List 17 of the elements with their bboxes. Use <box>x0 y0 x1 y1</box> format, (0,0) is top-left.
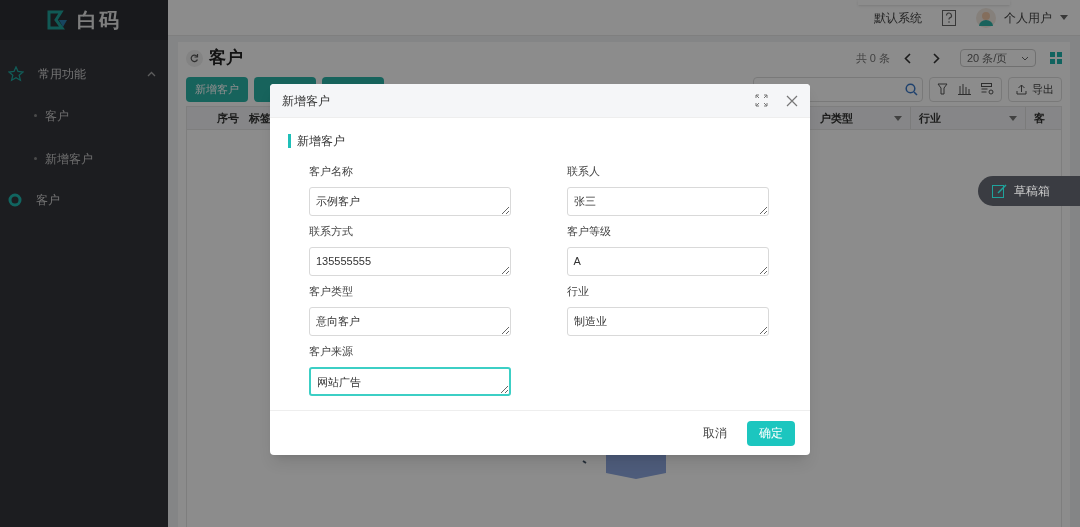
field-label: 行业 <box>566 283 590 299</box>
field-label: 客户来源 <box>309 343 354 359</box>
field-label: 联系人 <box>566 163 601 179</box>
total-count: 共 0 条 <box>855 50 890 66</box>
dialog-title: 新增客户 <box>282 92 331 110</box>
field-label: 客户类型 <box>309 283 354 299</box>
column-header: 标签 <box>249 110 271 126</box>
logo-text: 白码 <box>77 8 121 33</box>
column-header: 客 <box>1034 110 1045 126</box>
field-label: 客户名称 <box>309 163 354 179</box>
field-label: 客户等级 <box>566 223 612 239</box>
column-header: 序号 <box>217 110 239 126</box>
column-header: 户类型 <box>820 110 853 126</box>
field-label: 联系方式 <box>309 223 354 239</box>
column-header: 行业 <box>919 110 941 126</box>
section-title: 新增客户 <box>297 133 345 150</box>
page-title: 客户 <box>209 47 243 70</box>
